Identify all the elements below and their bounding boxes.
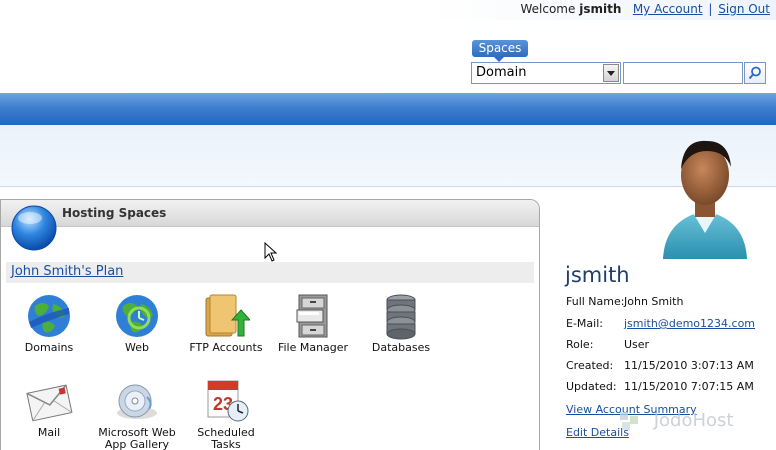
hosting-spaces-title: Hosting Spaces xyxy=(62,206,167,220)
file-manager-label: File Manager xyxy=(277,341,349,354)
web-globe-icon xyxy=(116,295,158,337)
watermark-text: JodoHost xyxy=(653,410,734,431)
created-value: 11/15/2010 3:07:13 AM xyxy=(624,359,754,372)
search-input[interactable] xyxy=(623,62,743,84)
user-avatar-icon xyxy=(663,140,747,259)
search-button[interactable] xyxy=(744,62,766,84)
created-row: Created: 11/15/2010 3:07:13 AM xyxy=(566,359,754,372)
welcome-bar: Welcome jsmith My Account | Sign Out xyxy=(520,2,770,16)
full-name-label: Full Name: xyxy=(566,295,625,308)
domains-label: Domains xyxy=(24,341,74,354)
globe-icon xyxy=(28,295,70,337)
plan-row: John Smith's Plan xyxy=(6,262,534,283)
mail-label: Mail xyxy=(37,426,61,439)
updated-value: 11/15/2010 7:07:15 AM xyxy=(624,380,754,393)
welcome-text: Welcome xyxy=(520,2,576,16)
web-app-gallery-label: Microsoft Web App Gallery xyxy=(98,426,176,450)
role-row: Role: User xyxy=(566,338,649,351)
chevron-down-icon[interactable] xyxy=(603,64,619,82)
email-label: E-Mail: xyxy=(566,317,603,330)
link-separator: | xyxy=(708,2,713,16)
web-tile[interactable]: Web xyxy=(92,292,182,354)
ftp-accounts-label: FTP Accounts xyxy=(189,341,263,354)
mouse-cursor-icon xyxy=(264,242,278,262)
updated-label: Updated: xyxy=(566,380,617,393)
file-manager-tile[interactable]: File Manager xyxy=(268,292,358,354)
ftp-accounts-tile[interactable]: FTP Accounts xyxy=(181,292,271,354)
full-name-value: John Smith xyxy=(624,295,684,308)
calendar-clock-icon: 23 xyxy=(207,380,249,422)
role-value: User xyxy=(624,338,650,351)
search-icon xyxy=(748,66,761,80)
updated-row: Updated: 11/15/2010 7:07:15 AM xyxy=(566,380,754,393)
account-username: jsmith xyxy=(565,263,630,287)
domains-tile[interactable]: Domains xyxy=(4,292,94,354)
plan-link[interactable]: John Smith's Plan xyxy=(11,264,123,279)
scheduled-tasks-label: Scheduled Tasks xyxy=(197,426,255,450)
role-label: Role: xyxy=(566,338,594,351)
hosting-spaces-orb-icon xyxy=(11,205,57,251)
watermark: JodoHost xyxy=(618,410,733,432)
navigation-bar xyxy=(0,93,776,125)
email-row: E-Mail: jsmith@demo1234.com xyxy=(566,317,755,330)
sign-out-link[interactable]: Sign Out xyxy=(718,2,770,16)
mail-tile[interactable]: Mail xyxy=(4,377,94,439)
search-box: Domain xyxy=(471,62,767,84)
hosting-spaces-header: Hosting Spaces xyxy=(1,200,539,227)
databases-label: Databases xyxy=(371,341,431,354)
email-link[interactable]: jsmith@demo1234.com xyxy=(624,317,755,330)
full-name-row: Full Name: John Smith xyxy=(566,295,683,308)
ftp-folder-icon xyxy=(205,294,250,337)
database-icon xyxy=(386,294,416,340)
my-account-link[interactable]: My Account xyxy=(633,2,703,16)
created-label: Created: xyxy=(566,359,614,372)
web-app-gallery-tile[interactable]: Microsoft Web App Gallery xyxy=(92,377,182,450)
search-type-value: Domain xyxy=(476,65,527,80)
hosting-spaces-panel: Hosting Spaces John Smith's Plan Domains xyxy=(0,199,540,450)
scheduled-tasks-tile[interactable]: 23 Scheduled Tasks xyxy=(181,377,271,450)
file-cabinet-icon xyxy=(296,294,328,338)
search-type-select[interactable]: Domain xyxy=(471,62,621,84)
watermark-logo-icon xyxy=(620,412,638,430)
welcome-username: jsmith xyxy=(579,2,622,16)
spaces-tab[interactable]: Spaces xyxy=(472,40,528,62)
mail-envelope-icon xyxy=(26,384,73,422)
databases-tile[interactable]: Databases xyxy=(356,292,446,354)
web-app-gallery-icon xyxy=(117,384,157,419)
web-label: Web xyxy=(125,341,149,354)
